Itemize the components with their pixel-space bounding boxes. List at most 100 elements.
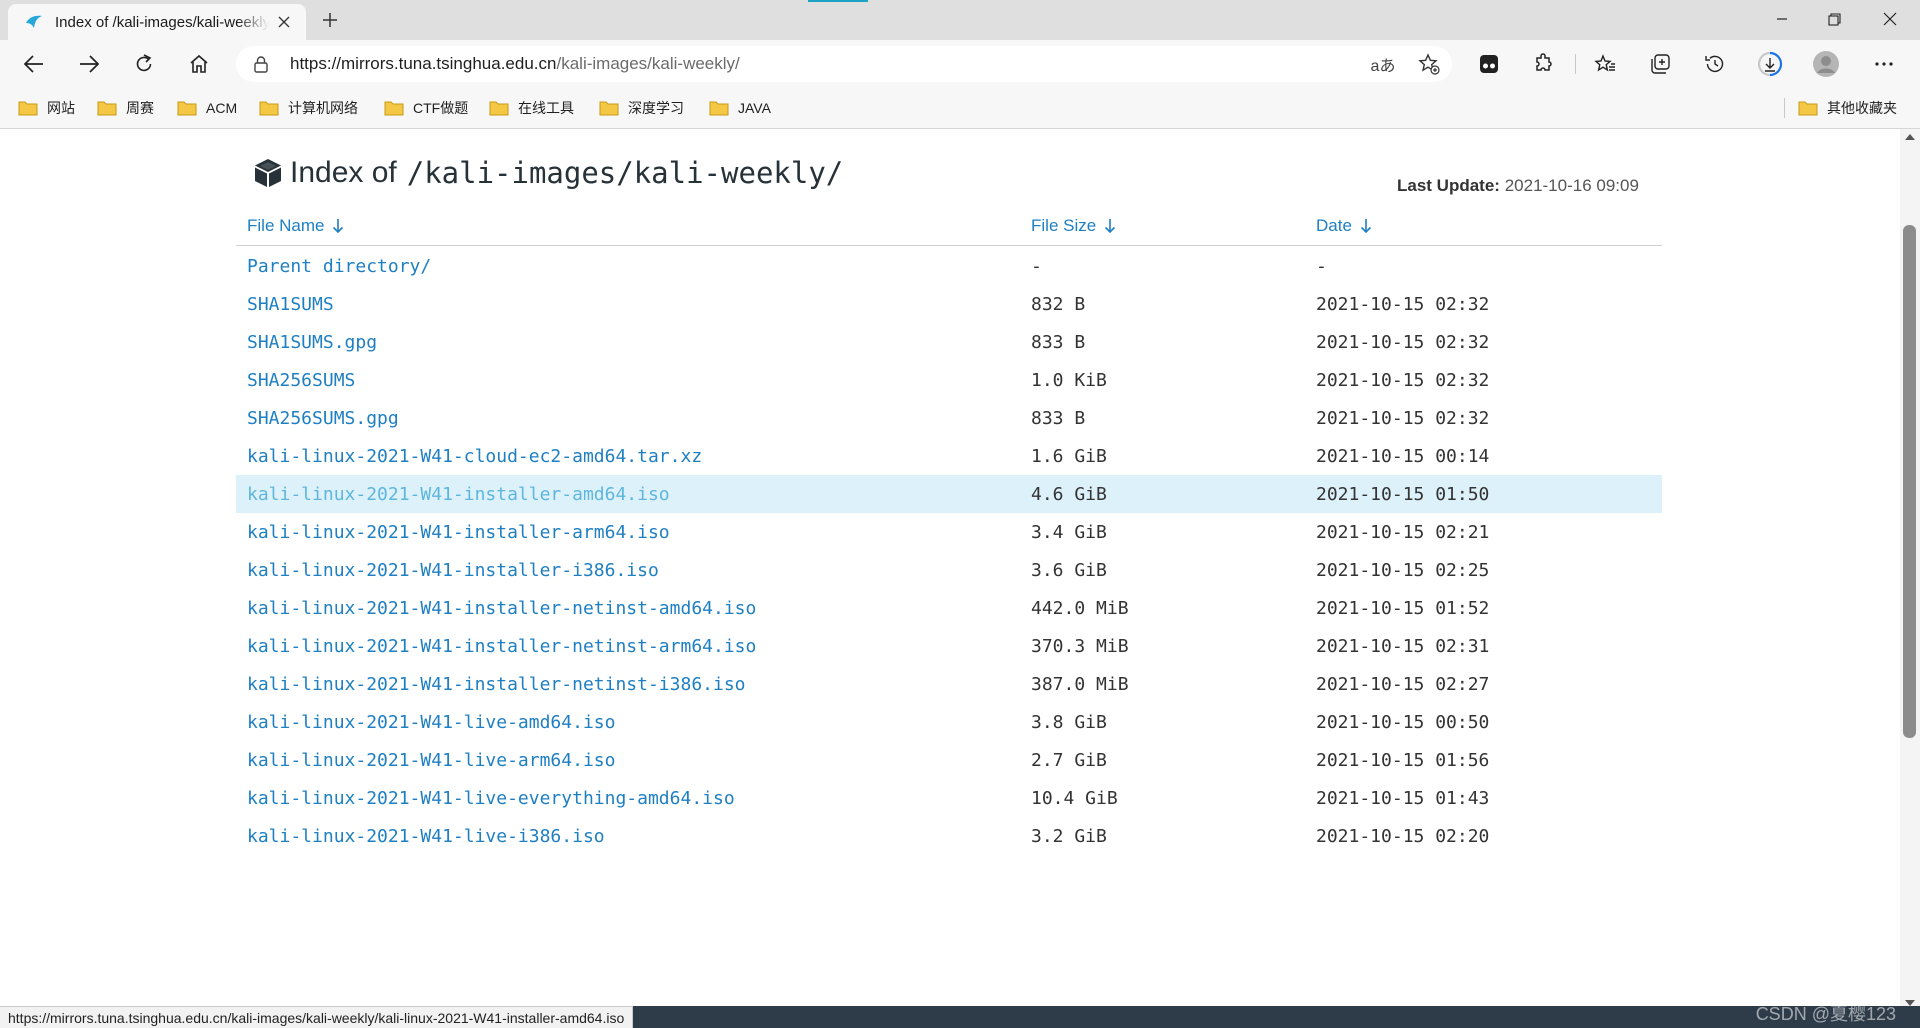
- bookmark-folder[interactable]: CTF做题: [384, 96, 468, 120]
- bookmark-label: 深度学习: [628, 100, 684, 116]
- table-row: kali-linux-2021-W41-installer-arm64.iso 3…: [236, 513, 1662, 551]
- file-date: -: [1316, 256, 1327, 277]
- column-header-date: Date: [1316, 216, 1352, 235]
- table-row: SHA256SUMS 1.0 KiB 2021-10-15 02:32: [236, 361, 1662, 399]
- file-link[interactable]: kali-linux-2021-W41-installer-i386.iso: [247, 560, 659, 581]
- file-date: 2021-10-15 02:32: [1316, 294, 1490, 315]
- file-date: 2021-10-15 00:14: [1316, 446, 1490, 467]
- table-row: kali-linux-2021-W41-installer-netinst-i3…: [236, 665, 1662, 703]
- table-row: kali-linux-2021-W41-live-everything-amd6…: [236, 779, 1662, 817]
- extensions-icon[interactable]: [1526, 46, 1562, 82]
- file-link[interactable]: SHA256SUMS: [247, 370, 355, 391]
- file-link[interactable]: kali-linux-2021-W41-installer-amd64.iso: [247, 484, 670, 505]
- sort-arrow-icon: [1360, 218, 1372, 234]
- file-date: 2021-10-15 01:52: [1316, 598, 1490, 619]
- bookmark-folder[interactable]: 在线工具: [489, 96, 574, 120]
- bookmark-folder[interactable]: 周赛: [97, 96, 154, 120]
- file-link[interactable]: kali-linux-2021-W41-installer-netinst-am…: [247, 598, 756, 619]
- favorites-icon[interactable]: [1587, 46, 1623, 82]
- scrollbar-thumb[interactable]: [1903, 225, 1916, 738]
- browser-tab[interactable]: Index of /kali-images/kali-weekly/: [8, 4, 306, 40]
- bookmark-label: 网站: [47, 100, 75, 116]
- table-row: kali-linux-2021-W41-installer-netinst-ar…: [236, 627, 1662, 665]
- sort-file-name[interactable]: File Name: [247, 216, 344, 236]
- bookmark-label: CTF做题: [413, 100, 469, 116]
- downloads-icon[interactable]: [1752, 46, 1788, 82]
- file-date: 2021-10-15 02:32: [1316, 408, 1490, 429]
- file-link[interactable]: kali-linux-2021-W41-installer-netinst-i3…: [247, 674, 746, 695]
- read-aloud-icon[interactable]: aあ: [1370, 52, 1396, 76]
- url-path: /kali-images/kali-weekly/: [556, 54, 740, 73]
- bookmark-label: JAVA: [738, 100, 771, 116]
- window-close-icon[interactable]: [1862, 0, 1918, 38]
- file-link[interactable]: Parent directory/: [247, 256, 431, 277]
- collections-icon[interactable]: [1642, 46, 1678, 82]
- bookmark-folder[interactable]: 计算机网络: [259, 96, 358, 120]
- tampermonkey-icon[interactable]: [1471, 46, 1507, 82]
- file-link[interactable]: kali-linux-2021-W41-cloud-ec2-amd64.tar.…: [247, 446, 702, 467]
- last-update: Last Update: 2021-10-16 09:09: [1397, 176, 1639, 196]
- address-bar[interactable]: https://mirrors.tuna.tsinghua.edu.cn/kal…: [236, 46, 1452, 82]
- sort-arrow-icon: [332, 218, 344, 234]
- column-header-name: File Name: [247, 216, 325, 235]
- tab-title: Index of /kali-images/kali-weekly/: [55, 13, 269, 31]
- sort-file-size[interactable]: File Size: [1031, 216, 1116, 236]
- maximize-icon[interactable]: [1806, 0, 1862, 38]
- add-favorite-icon[interactable]: [1416, 52, 1442, 76]
- bookmark-folder[interactable]: ACM: [177, 96, 237, 120]
- lock-icon[interactable]: [254, 55, 272, 73]
- page-title: Index of /kali-images/kali-weekly/: [252, 153, 843, 193]
- url-text[interactable]: https://mirrors.tuna.tsinghua.edu.cn/kal…: [290, 54, 740, 74]
- file-size: -: [1031, 256, 1042, 277]
- title-bar: Index of /kali-images/kali-weekly/: [0, 0, 1920, 40]
- refresh-icon[interactable]: [126, 46, 162, 82]
- file-link[interactable]: kali-linux-2021-W41-live-everything-amd6…: [247, 788, 735, 809]
- file-link[interactable]: kali-linux-2021-W41-live-i386.iso: [247, 826, 605, 847]
- table-row: kali-linux-2021-W41-installer-i386.iso 3.…: [236, 551, 1662, 589]
- table-row: kali-linux-2021-W41-cloud-ec2-amd64.tar.…: [236, 437, 1662, 475]
- file-date: 2021-10-15 01:56: [1316, 750, 1490, 771]
- file-link[interactable]: SHA1SUMS: [247, 294, 334, 315]
- file-date: 2021-10-15 02:21: [1316, 522, 1490, 543]
- profile-icon[interactable]: [1808, 46, 1844, 82]
- table-row: kali-linux-2021-W41-installer-netinst-am…: [236, 589, 1662, 627]
- back-icon[interactable]: [16, 46, 52, 82]
- file-date: 2021-10-15 01:50: [1316, 484, 1490, 505]
- minimize-icon[interactable]: [1754, 0, 1810, 38]
- table-row: SHA256SUMS.gpg 833 B 2021-10-15 02:32: [236, 399, 1662, 437]
- file-link[interactable]: kali-linux-2021-W41-live-amd64.iso: [247, 712, 615, 733]
- bookmark-folder[interactable]: 深度学习: [599, 96, 684, 120]
- bookmark-folder[interactable]: JAVA: [709, 96, 771, 120]
- file-size: 3.6 GiB: [1031, 560, 1107, 581]
- plus-icon[interactable]: [318, 8, 342, 32]
- forward-icon[interactable]: [71, 46, 107, 82]
- cube-icon: [255, 159, 281, 187]
- file-date: 2021-10-15 02:31: [1316, 636, 1490, 657]
- file-link[interactable]: kali-linux-2021-W41-installer-netinst-ar…: [247, 636, 756, 657]
- folder-icon: [97, 100, 117, 116]
- home-icon[interactable]: [181, 46, 217, 82]
- bookmark-folder[interactable]: 网站: [18, 96, 75, 120]
- other-favorites-folder[interactable]: 其他收藏夹: [1798, 96, 1897, 120]
- table-row: kali-linux-2021-W41-live-i386.iso 3.2 GiB…: [236, 817, 1662, 855]
- sort-date[interactable]: Date: [1316, 216, 1372, 236]
- scroll-up-icon[interactable]: [1905, 134, 1915, 140]
- close-icon[interactable]: [274, 12, 294, 32]
- file-link[interactable]: SHA256SUMS.gpg: [247, 408, 399, 429]
- table-header: File Name File Size Date: [236, 205, 1662, 246]
- page-content: Index of /kali-images/kali-weekly/ Last …: [0, 129, 1900, 1006]
- loading-indicator: [808, 0, 868, 2]
- file-date: 2021-10-15 02:32: [1316, 370, 1490, 391]
- file-link[interactable]: SHA1SUMS.gpg: [247, 332, 377, 353]
- folder-icon: [489, 100, 509, 116]
- file-link[interactable]: kali-linux-2021-W41-live-arm64.iso: [247, 750, 615, 771]
- file-link[interactable]: kali-linux-2021-W41-installer-arm64.iso: [247, 522, 670, 543]
- folder-icon: [259, 100, 279, 116]
- bookmarks-divider: [1784, 98, 1785, 118]
- file-date: 2021-10-15 02:20: [1316, 826, 1490, 847]
- history-icon[interactable]: [1697, 46, 1733, 82]
- file-size: 1.6 GiB: [1031, 446, 1107, 467]
- url-host: https://mirrors.tuna.tsinghua.edu.cn: [290, 54, 557, 73]
- more-icon[interactable]: [1866, 46, 1902, 82]
- table-row: Parent directory/ - -: [236, 247, 1662, 285]
